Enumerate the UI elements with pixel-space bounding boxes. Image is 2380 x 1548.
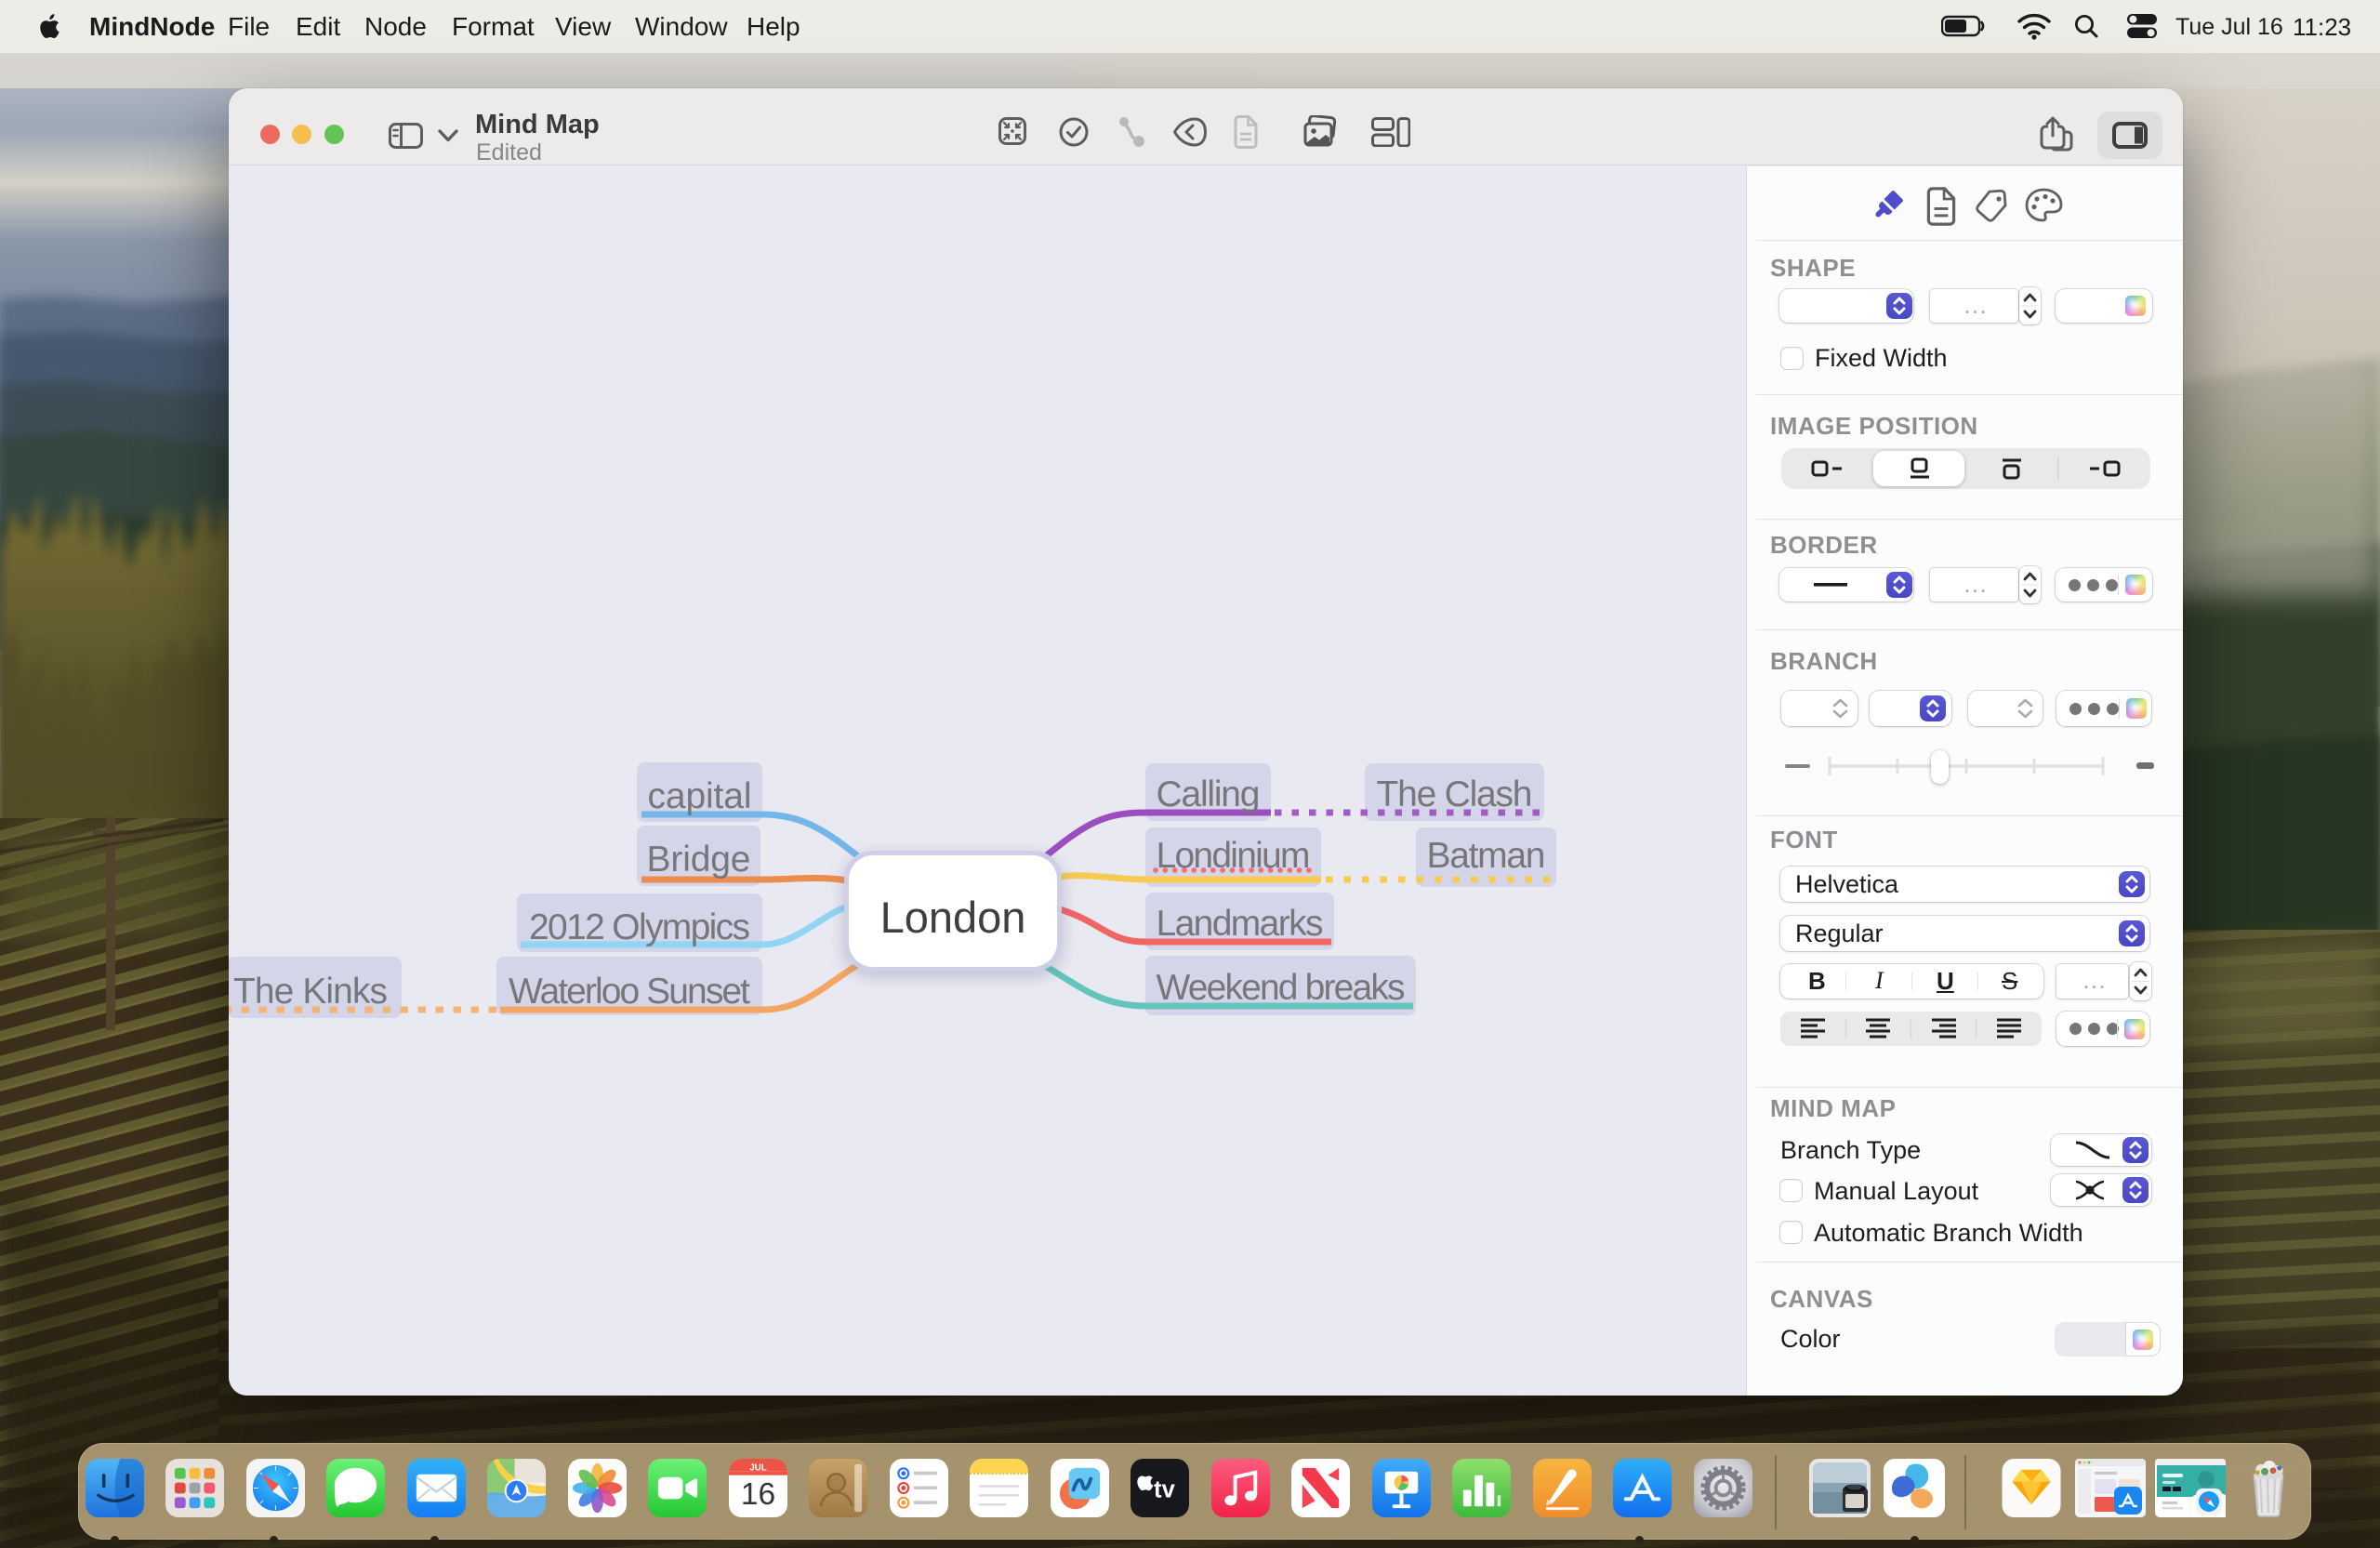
svg-text:Weekend breaks: Weekend breaks (1157, 968, 1406, 1008)
svg-text:Landmarks: Landmarks (1157, 904, 1324, 944)
svg-text:London: London (880, 893, 1026, 942)
svg-text:Batman: Batman (1427, 836, 1546, 876)
svg-text:Calling: Calling (1157, 774, 1261, 814)
svg-text:Bridge: Bridge (647, 840, 751, 880)
svg-text:tv: tv (1154, 1476, 1176, 1502)
svg-text:Londinium: Londinium (1157, 836, 1311, 876)
svg-text:The Kinks: The Kinks (233, 972, 388, 1012)
svg-text:2012 Olympics: 2012 Olympics (529, 907, 750, 947)
svg-text:Waterloo Sunset: Waterloo Sunset (509, 972, 750, 1012)
svg-text:The Clash: The Clash (1377, 774, 1533, 814)
svg-text:capital: capital (648, 776, 752, 816)
svg-text:16: 16 (741, 1477, 775, 1512)
svg-text:JUL: JUL (749, 1462, 767, 1473)
